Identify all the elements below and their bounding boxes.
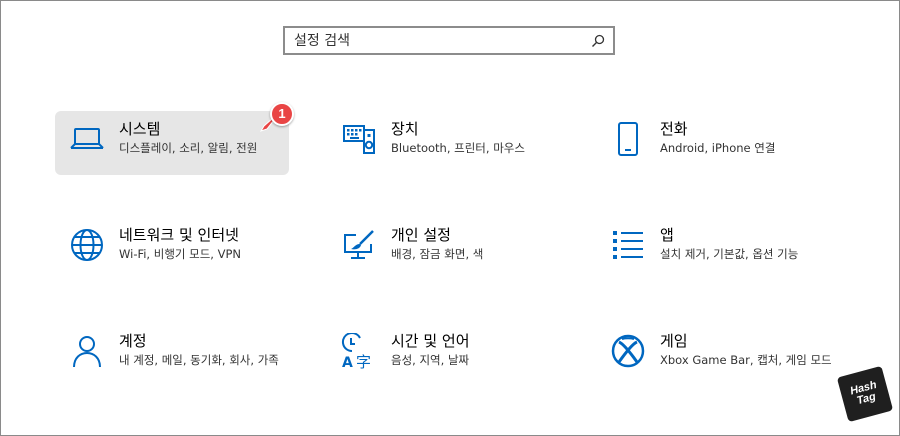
tile-description: Xbox Game Bar, 캡처, 게임 모드 [660,353,832,367]
tile-accounts[interactable]: 계정 내 계정, 메일, 동기화, 회사, 가족 [55,323,289,387]
tile-network[interactable]: 네트워크 및 인터넷 Wi-Fi, 비행기 모드, VPN [55,217,289,281]
tile-description: Wi-Fi, 비행기 모드, VPN [119,247,242,261]
search-input[interactable] [285,28,586,53]
tile-phone[interactable]: 전화 Android, iPhone 연결 [606,111,840,175]
tile-time-language[interactable]: A字 시간 및 언어 음성, 지역, 날짜 [335,323,569,387]
tile-title: 개인 설정 [391,226,451,244]
tile-gaming[interactable]: 게임 Xbox Game Bar, 캡처, 게임 모드 [606,323,840,387]
xbox-icon [608,331,648,371]
tile-description: 설치 제거, 기본값, 옵션 기능 [660,247,799,261]
tile-title: 시스템 [119,120,161,138]
tile-personalization[interactable]: 개인 설정 배경, 잠금 화면, 색 [335,217,569,281]
tile-devices[interactable]: 장치 Bluetooth, 프린터, 마우스 [335,111,569,175]
laptop-icon [67,119,107,159]
devices-icon [339,119,379,159]
tile-title: 장치 [391,120,419,138]
tile-description: 내 계정, 메일, 동기화, 회사, 가족 [119,353,279,367]
tile-title: 앱 [660,226,674,244]
annotation-badge: 1 [270,102,294,126]
globe-icon [67,225,107,265]
tile-description: 디스플레이, 소리, 알림, 전원 [119,141,258,155]
time-language-icon: A字 [339,331,379,371]
tile-description: 음성, 지역, 날짜 [391,353,470,367]
tile-title: 네트워크 및 인터넷 [119,226,239,244]
tile-title: 계정 [119,332,147,350]
tile-description: 배경, 잠금 화면, 색 [391,247,484,261]
tile-system[interactable]: 시스템 디스플레이, 소리, 알림, 전원 [55,111,289,175]
tile-title: 전화 [660,120,688,138]
person-icon [67,331,107,371]
svg-text:A: A [342,355,353,369]
tile-description: Android, iPhone 연결 [660,141,776,155]
logo-text-line2: Tag [855,390,878,408]
tile-title: 시간 및 언어 [391,332,470,350]
tile-title: 게임 [660,332,688,350]
search-icon[interactable] [586,29,610,53]
paint-icon [339,225,379,265]
tile-description: Bluetooth, 프린터, 마우스 [391,141,525,155]
tile-apps[interactable]: 앱 설치 제거, 기본값, 옵션 기능 [606,217,840,281]
phone-icon [608,119,648,159]
apps-list-icon [608,225,648,265]
svg-text:字: 字 [356,353,371,369]
settings-search-box[interactable] [283,26,615,55]
